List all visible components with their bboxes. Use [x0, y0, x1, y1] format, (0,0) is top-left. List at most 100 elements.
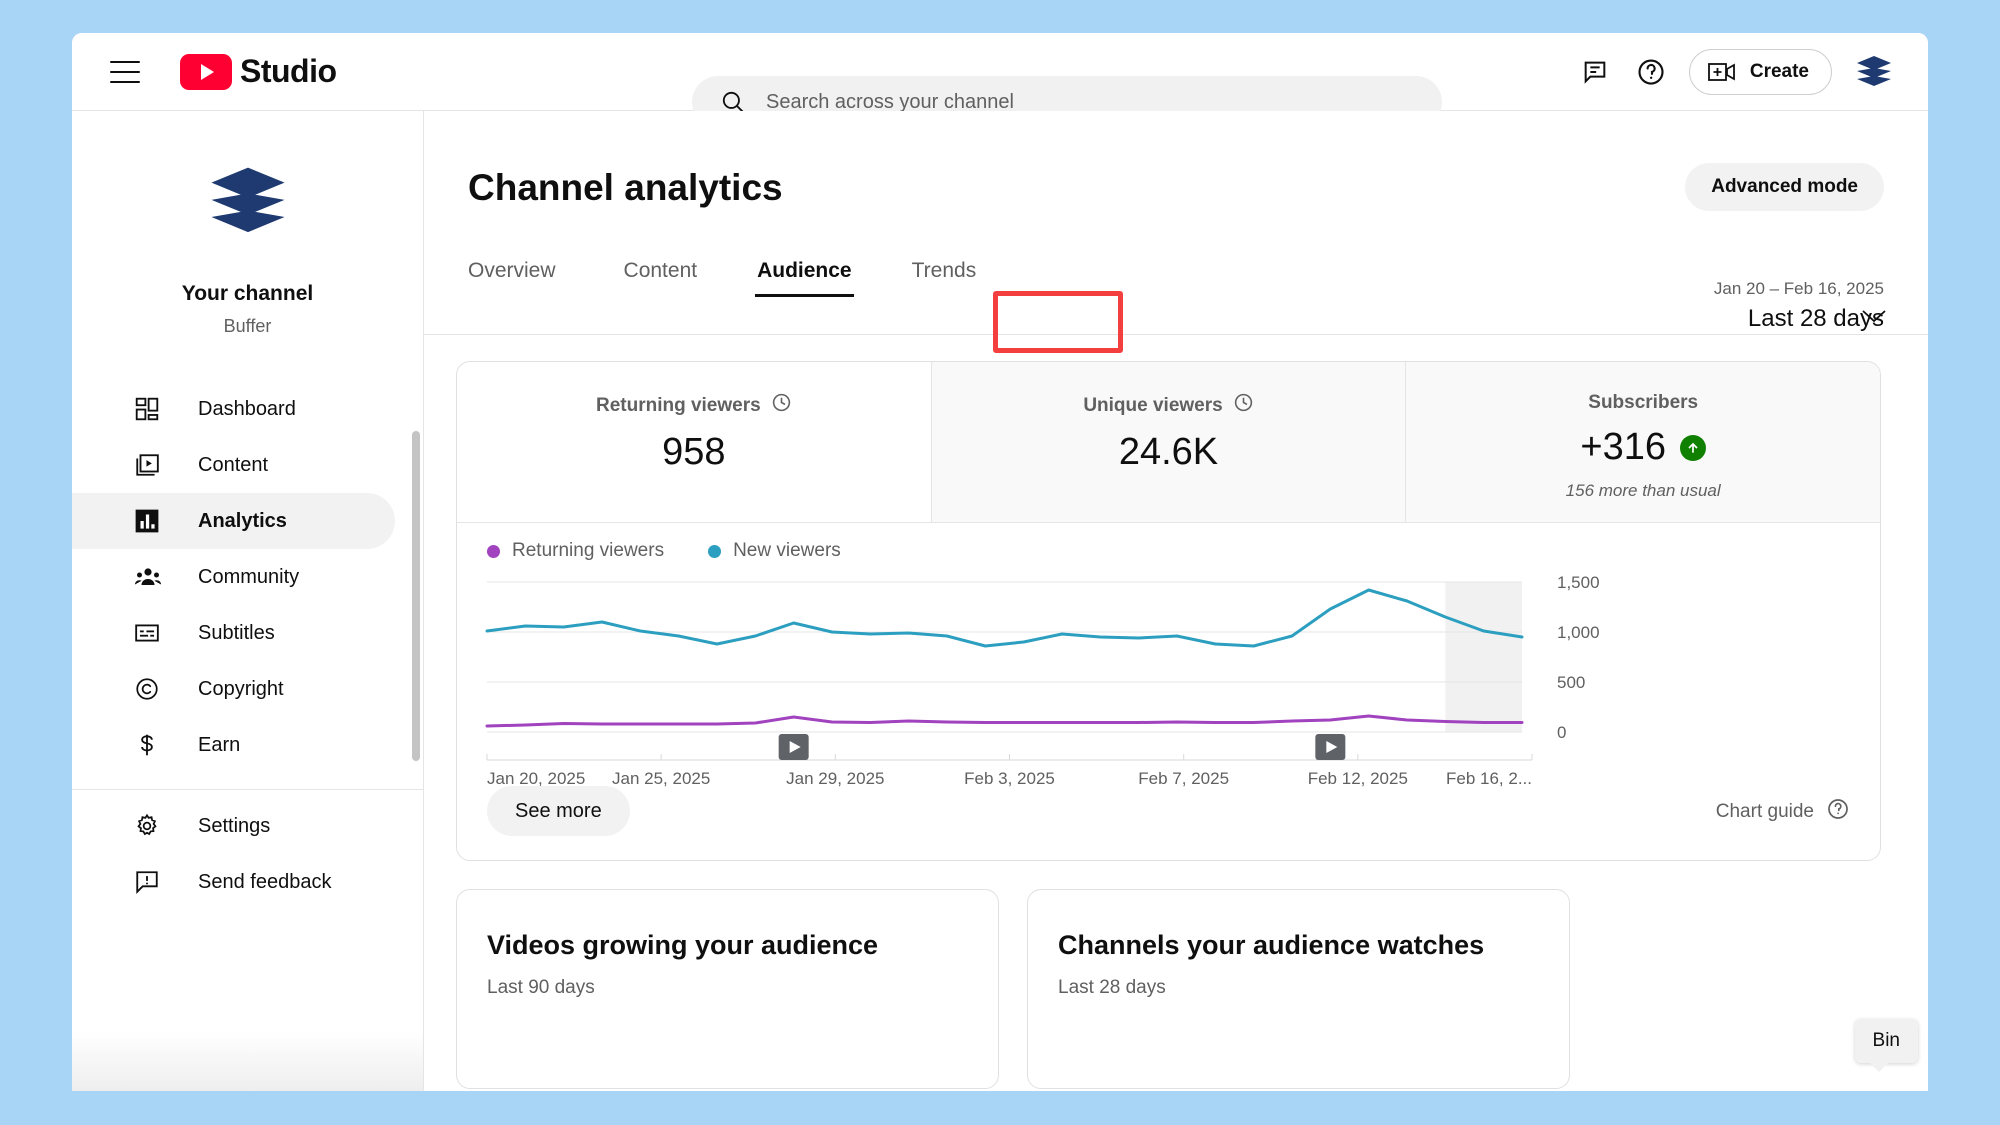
channel-name: Buffer [223, 316, 272, 336]
chart-guide-label: Chart guide [1715, 800, 1814, 822]
legend-swatch [708, 544, 722, 558]
bin-tooltip: Bin [1854, 1019, 1918, 1072]
video-marker-play-icon[interactable] [1315, 734, 1346, 760]
sidebar-fade-overlay [72, 1031, 423, 1091]
chart-legend: Returning viewers New viewers [487, 540, 841, 562]
metric-unique-viewers[interactable]: Unique viewers 24.6K [930, 362, 1406, 522]
see-more-button[interactable]: See more [487, 786, 630, 836]
sidebar-scrollbar[interactable] [412, 431, 420, 761]
chevron-down-icon[interactable] [1860, 307, 1888, 330]
header-actions: Create [1567, 33, 1894, 111]
up-arrow-icon [1679, 434, 1706, 461]
sidebar-item-community[interactable]: Community [72, 549, 423, 605]
bottom-card-row: Videos growing your audience Last 90 day… [456, 889, 1570, 1089]
legend-item-new-viewers[interactable]: New viewers [708, 540, 841, 562]
clock-icon [771, 392, 792, 419]
sidebar-nav: Dashboard Content Analytics Community Su… [72, 381, 423, 910]
date-range-preset: Last 28 days [1747, 305, 1884, 332]
metric-label: Unique viewers [1083, 394, 1223, 416]
tab-trends[interactable]: Trends [882, 259, 1007, 303]
page-title: Channel analytics [468, 167, 783, 208]
svg-text:500: 500 [1557, 673, 1585, 692]
send-feedback-icon [134, 869, 170, 895]
top-header-bar: Studio Search across your channel Create [72, 33, 1928, 128]
sidebar-item-send-feedback[interactable]: Send feedback [72, 854, 423, 910]
copyright-icon [134, 676, 170, 702]
sidebar-item-label: Settings [198, 814, 271, 837]
tab-content[interactable]: Content [594, 259, 728, 303]
sidebar-item-label: Earn [198, 733, 241, 756]
metric-label: Subscribers [1588, 392, 1699, 413]
sidebar-divider [72, 789, 423, 790]
metric-label-row: Unique viewers [1083, 392, 1253, 419]
sidebar-item-label: Community [198, 565, 300, 588]
help-icon[interactable] [1623, 44, 1679, 100]
metric-value: 958 [662, 431, 726, 473]
svg-text:Jan 25, 2025: Jan 25, 2025 [612, 769, 710, 788]
sidebar-item-content[interactable]: Content [72, 437, 423, 493]
metric-value: 24.6K [1118, 431, 1219, 473]
metric-value: +316 [1580, 426, 1666, 468]
channel-avatar-buffer-icon [210, 167, 285, 233]
metrics-divider [457, 522, 1880, 523]
clock-icon [1233, 392, 1254, 419]
subtitles-icon [134, 620, 170, 646]
sidebar-item-label: Copyright [198, 677, 284, 700]
community-icon [134, 564, 170, 590]
viewers-line-chart[interactable]: 0 500 1,000 1,500 Jan 20, 2025 Jan 25, 2025 Ja… [457, 572, 1880, 788]
card-videos-growing-audience[interactable]: Videos growing your audience Last 90 day… [456, 889, 999, 1089]
channel-summary[interactable]: Your channel Buffer [72, 111, 423, 337]
create-label: Create [1749, 61, 1809, 82]
tab-audience[interactable]: Audience [727, 259, 882, 303]
svg-text:Feb 12, 2025: Feb 12, 2025 [1308, 769, 1408, 788]
card-title: Channels your audience watches [1058, 930, 1485, 960]
svg-text:Jan 29, 2025: Jan 29, 2025 [786, 769, 884, 788]
metric-label-row: Returning viewers [596, 392, 792, 419]
feedback-icon[interactable] [1567, 44, 1623, 100]
sidebar-item-label: Subtitles [198, 621, 275, 644]
svg-text:0: 0 [1557, 723, 1566, 742]
sidebar-item-analytics[interactable]: Analytics [72, 493, 395, 549]
metric-cards: Returning viewers 958 Unique viewers 24.… [457, 362, 1880, 522]
sidebar-item-settings[interactable]: Settings [72, 798, 423, 854]
date-range-selector[interactable]: Jan 20 – Feb 16, 2025 Last 28 days [1714, 279, 1884, 333]
tab-label: Audience [757, 259, 852, 282]
tab-label: Content [623, 259, 698, 282]
svg-text:1,500: 1,500 [1557, 573, 1600, 592]
metric-label-row: Subscribers [1588, 392, 1698, 414]
metric-label: Returning viewers [595, 394, 761, 416]
studio-logo[interactable]: Studio [180, 53, 337, 90]
tab-label: Overview [468, 259, 556, 282]
sidebar-item-label: Dashboard [198, 397, 296, 420]
card-title: Videos growing your audience [487, 930, 879, 960]
hamburger-menu-icon[interactable] [110, 60, 140, 83]
earn-icon [134, 732, 170, 758]
legend-item-returning-viewers[interactable]: Returning viewers [487, 540, 664, 562]
legend-label: Returning viewers [512, 540, 665, 561]
main-content: Channel analytics Advanced mode Overview… [424, 111, 1928, 1091]
video-marker-play-icon[interactable] [778, 734, 809, 760]
legend-swatch [487, 544, 500, 558]
card-channels-audience-watches[interactable]: Channels your audience watches Last 28 d… [1027, 889, 1570, 1089]
account-buffer-icon[interactable] [1854, 55, 1894, 89]
create-button[interactable]: Create [1688, 49, 1832, 95]
metric-subscribers[interactable]: Subscribers +316 156 more than usual [1405, 362, 1880, 522]
youtube-play-icon [180, 53, 232, 90]
sidebar-item-copyright[interactable]: Copyright [72, 661, 423, 717]
tab-overview[interactable]: Overview [468, 259, 594, 303]
card-subtitle: Last 90 days [487, 977, 595, 998]
date-range-value: Jan 20 – Feb 16, 2025 [1713, 279, 1884, 298]
analytics-icon [134, 508, 170, 534]
sidebar-item-earn[interactable]: Earn [72, 717, 423, 773]
svg-text:1,000: 1,000 [1557, 623, 1600, 642]
sidebar-item-subtitles[interactable]: Subtitles [72, 605, 423, 661]
metric-returning-viewers[interactable]: Returning viewers 958 [457, 362, 931, 522]
left-sidebar: Your channel Buffer Dashboard Content An… [72, 111, 424, 1091]
advanced-mode-button[interactable]: Advanced mode [1685, 163, 1884, 211]
sidebar-item-dashboard[interactable]: Dashboard [72, 381, 423, 437]
metric-note: 156 more than usual [1565, 481, 1721, 500]
card-subtitle: Last 28 days [1058, 977, 1166, 998]
svg-text:Feb 7, 2025: Feb 7, 2025 [1138, 769, 1229, 788]
chart-guide-link[interactable]: Chart guide [1716, 797, 1850, 826]
metric-value-row: +316 [1580, 426, 1706, 469]
